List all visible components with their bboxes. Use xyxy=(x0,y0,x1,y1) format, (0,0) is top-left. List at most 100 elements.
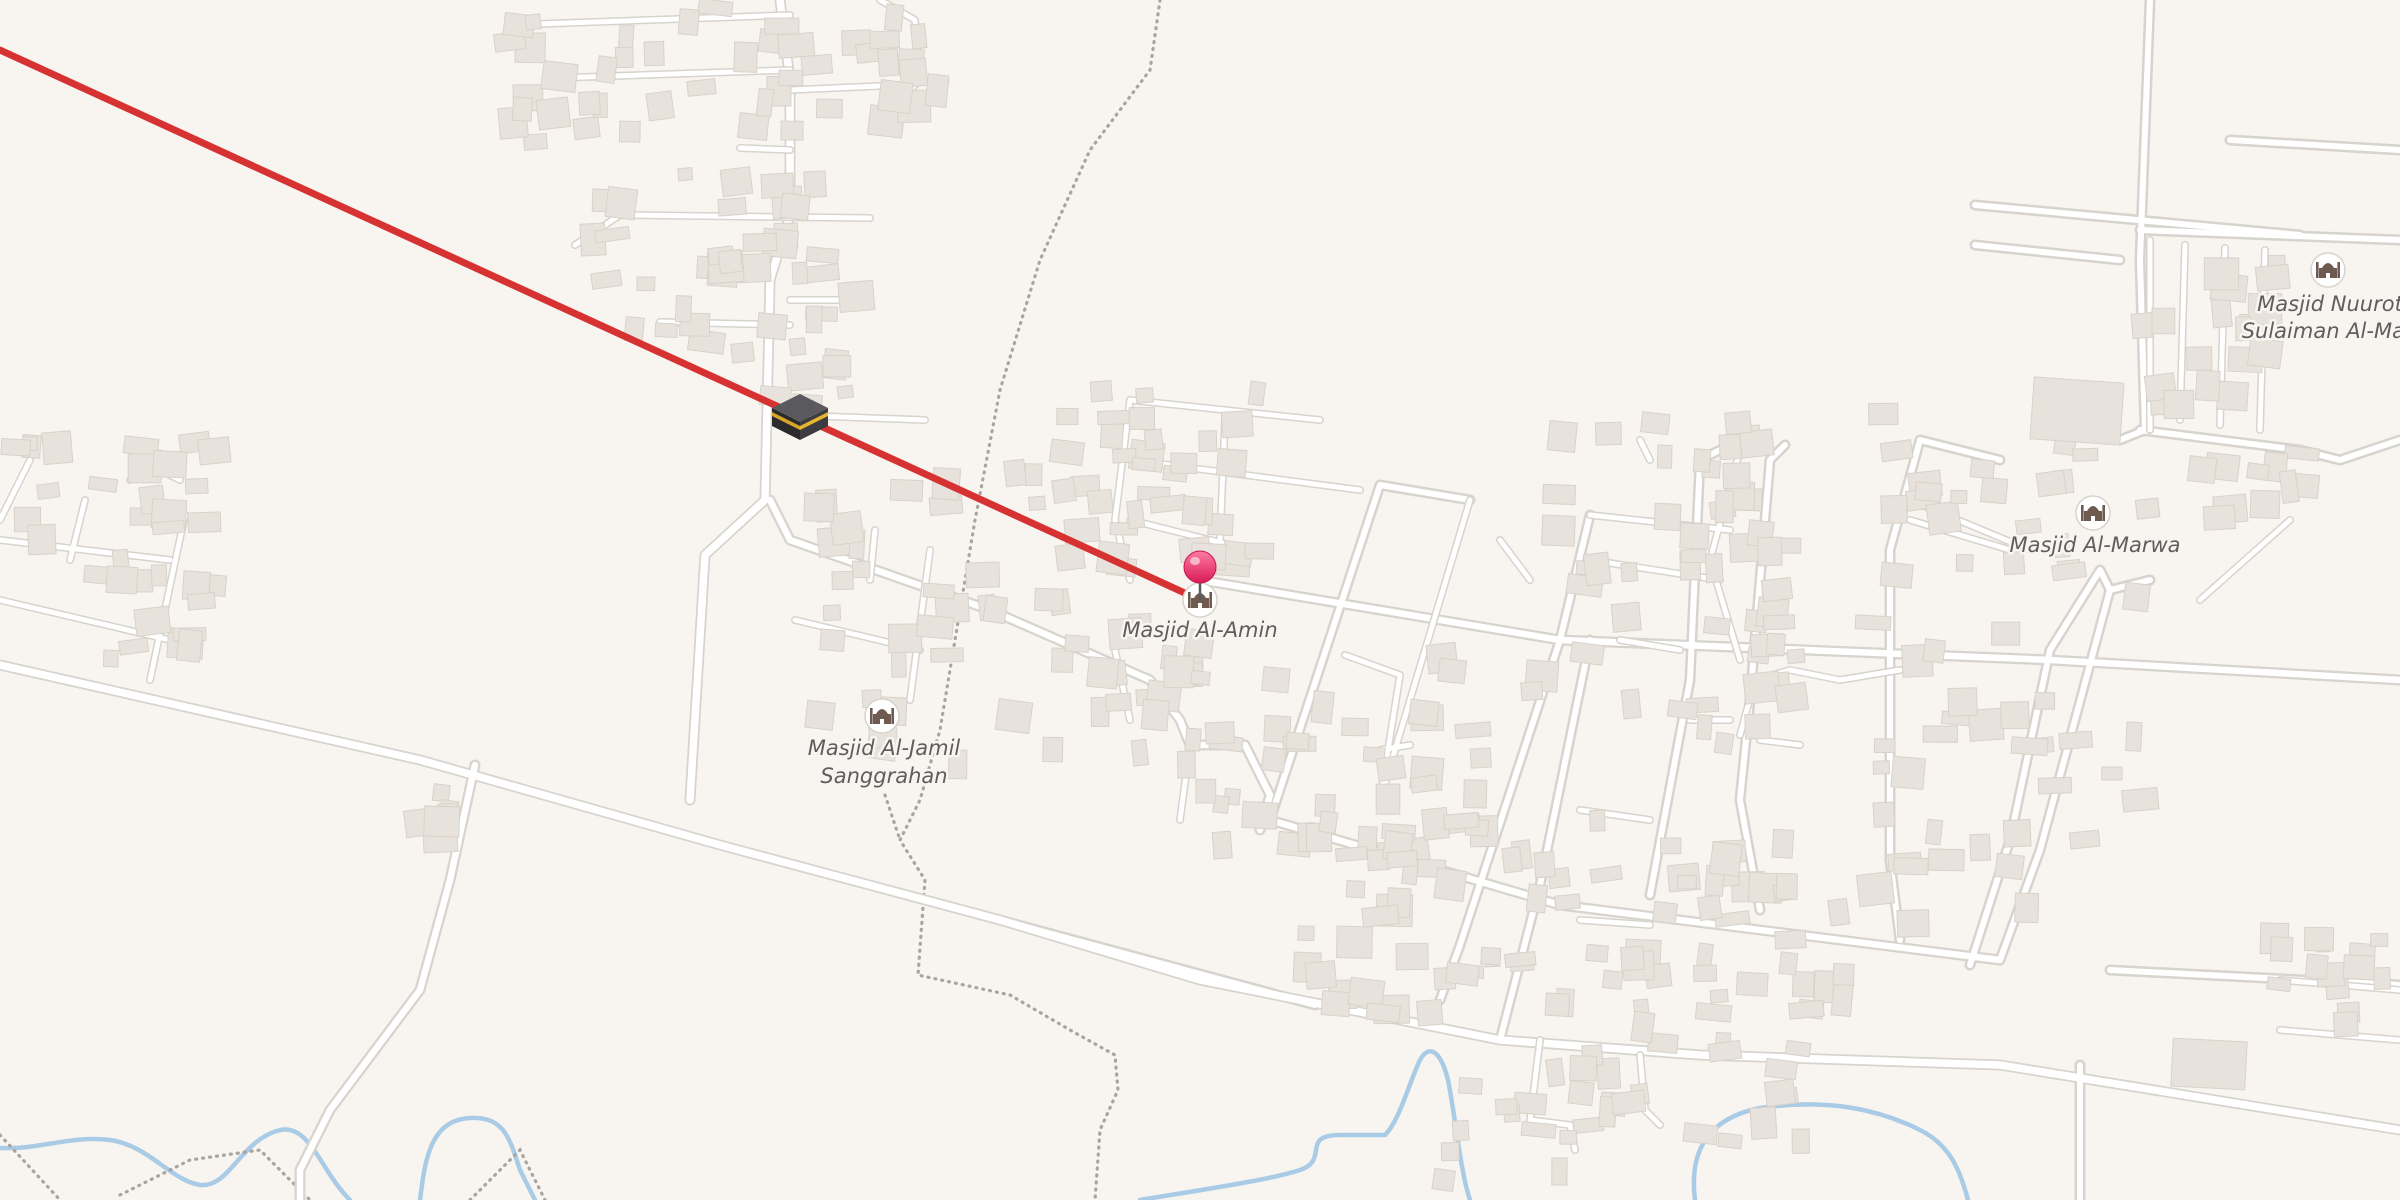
building xyxy=(1444,961,1481,987)
building xyxy=(1879,561,1914,589)
building xyxy=(1744,713,1771,740)
building xyxy=(1416,998,1444,1027)
building xyxy=(1955,553,1974,572)
building xyxy=(1170,452,1198,474)
building xyxy=(889,478,924,502)
building xyxy=(1024,463,1043,487)
building xyxy=(423,805,461,838)
building xyxy=(1924,818,1944,846)
building xyxy=(764,17,800,35)
building xyxy=(2121,786,2160,813)
building xyxy=(2373,966,2392,990)
building xyxy=(785,361,825,392)
building xyxy=(1640,411,1671,436)
building xyxy=(2249,489,2281,519)
building xyxy=(1760,576,1794,603)
building xyxy=(1247,380,1267,407)
building xyxy=(733,41,759,73)
building xyxy=(1980,476,2009,505)
building xyxy=(1896,909,1930,938)
building xyxy=(791,261,809,285)
building xyxy=(1914,481,1943,503)
building xyxy=(1722,462,1751,489)
building xyxy=(756,312,789,341)
building xyxy=(1195,778,1217,804)
building xyxy=(2058,730,2094,751)
building xyxy=(1696,894,1723,922)
building xyxy=(1922,725,1958,743)
building xyxy=(2186,455,2218,485)
building xyxy=(1703,615,1731,636)
building xyxy=(1099,421,1125,450)
building xyxy=(1096,409,1134,426)
building xyxy=(2269,936,2294,963)
building xyxy=(1994,852,2025,881)
building xyxy=(2203,257,2240,291)
poi-label-al-jamil-line1: Masjid Al-Jamil xyxy=(808,736,961,760)
mosque-icon xyxy=(2310,252,2346,288)
map-canvas[interactable]: Masjid Al-Amin Masjid Al-Jamil Sanggraha… xyxy=(0,0,2400,1200)
building xyxy=(2034,691,2056,710)
building xyxy=(2037,776,2073,795)
building xyxy=(152,449,188,479)
building xyxy=(1375,783,1401,815)
building xyxy=(1520,1120,1557,1139)
building xyxy=(1778,951,1799,976)
building xyxy=(736,111,770,142)
building xyxy=(1551,1157,1568,1186)
building xyxy=(915,614,955,640)
building xyxy=(1620,945,1645,972)
building xyxy=(1791,1128,1810,1154)
building xyxy=(1922,638,1947,664)
building xyxy=(1735,971,1769,997)
building xyxy=(1774,929,1807,950)
mosque-icon xyxy=(864,698,900,734)
building xyxy=(1950,489,1968,505)
building xyxy=(674,295,693,323)
building xyxy=(1630,1010,1656,1044)
building xyxy=(828,509,865,546)
building xyxy=(822,354,852,378)
building xyxy=(1048,438,1086,467)
building xyxy=(1163,655,1195,689)
building xyxy=(803,170,828,199)
building xyxy=(1407,698,1440,728)
building xyxy=(1086,488,1114,515)
building xyxy=(924,73,950,109)
building xyxy=(1969,458,1996,480)
building xyxy=(1028,495,1047,512)
building xyxy=(1771,828,1795,859)
building xyxy=(1143,428,1164,451)
building xyxy=(1724,410,1753,436)
building xyxy=(1872,760,1891,775)
building xyxy=(645,90,675,122)
building xyxy=(1347,976,1386,1009)
poi-label-al-amin: Masjid Al-Amin xyxy=(1122,618,1277,642)
building xyxy=(105,565,139,595)
building xyxy=(1677,874,1697,890)
building xyxy=(1893,857,1929,876)
building xyxy=(1786,648,1806,665)
building xyxy=(1042,736,1064,763)
building xyxy=(595,55,619,85)
building xyxy=(1682,1122,1719,1146)
building xyxy=(922,582,956,600)
building xyxy=(1130,738,1150,767)
building xyxy=(994,698,1034,735)
map-svg[interactable]: Masjid Al-Amin Masjid Al-Jamil Sanggraha… xyxy=(0,0,2400,1200)
building xyxy=(1666,699,1699,721)
building xyxy=(1620,562,1639,583)
building xyxy=(851,560,871,579)
building xyxy=(2163,389,2195,420)
building xyxy=(1554,893,1582,911)
building xyxy=(614,46,634,69)
building xyxy=(805,305,823,334)
building xyxy=(1034,587,1064,612)
building xyxy=(677,8,700,36)
building xyxy=(1386,849,1419,869)
building xyxy=(1463,779,1488,809)
building xyxy=(831,570,854,591)
building xyxy=(1056,407,1079,425)
building xyxy=(175,628,204,663)
building xyxy=(1601,969,1624,990)
